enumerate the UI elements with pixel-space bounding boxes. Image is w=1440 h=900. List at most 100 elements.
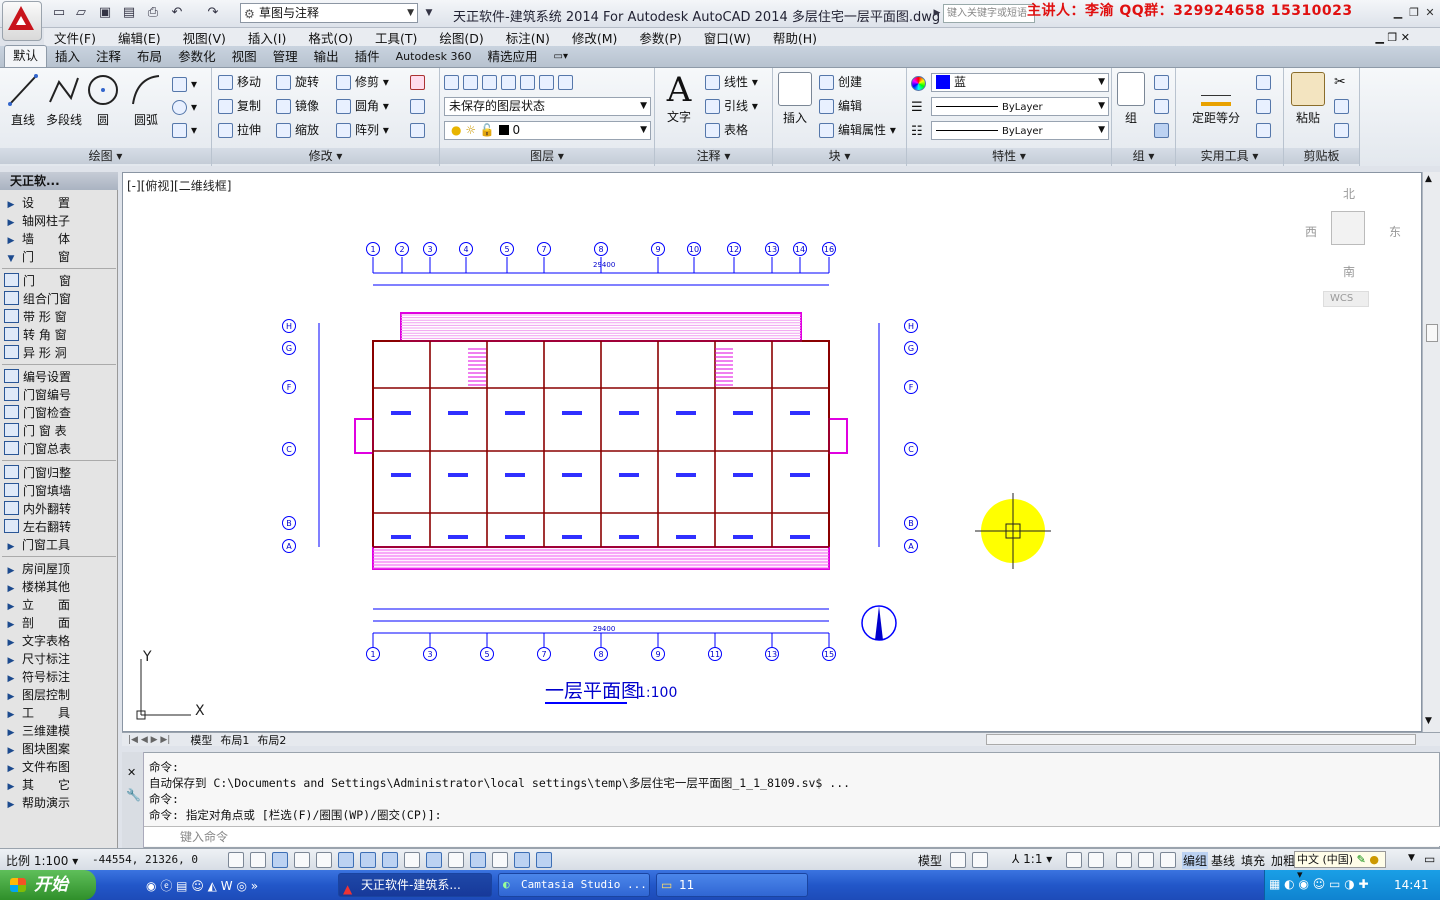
palette-item[interactable]: ▼ 门 窗: [0, 248, 118, 266]
create-block-button[interactable]: 创建: [819, 72, 862, 92]
quick-view-drawings-icon[interactable]: [972, 852, 988, 868]
menu-file[interactable]: 文件(F): [54, 28, 96, 47]
palette-item[interactable]: ▶ 轴网柱子: [0, 212, 118, 230]
close-icon[interactable]: ✕: [1423, 6, 1437, 20]
polyline-button[interactable]: 多段线: [42, 72, 86, 128]
cut-icon[interactable]: ✂: [1334, 72, 1346, 92]
quick-launch[interactable]: ◉ ⓔ ▤ ☺ ◭ W ◎ »: [146, 877, 258, 894]
task-folder[interactable]: ▭ 11: [656, 873, 808, 897]
palette-item[interactable]: 门 窗: [0, 272, 118, 290]
annotation-monitor-icon[interactable]: [536, 852, 552, 868]
coordinate-readout[interactable]: -44554, 21326, 0: [92, 853, 198, 866]
scroll-down-icon[interactable]: ▼: [1425, 716, 1432, 726]
vscroll-thumb[interactable]: [1426, 324, 1438, 342]
viewcube-west[interactable]: 西: [1305, 223, 1317, 240]
palette-item[interactable]: ▶ 房间屋顶: [0, 560, 118, 578]
tab-nav-icons[interactable]: |◀ ◀ ▶ ▶|: [128, 735, 170, 745]
copy-clip-icon[interactable]: [1334, 96, 1353, 116]
restore-icon[interactable]: ❐: [1407, 6, 1421, 20]
save-icon[interactable]: ▣: [96, 4, 114, 22]
erase-button[interactable]: [410, 72, 429, 92]
palette-item[interactable]: ▶ 文字表格: [0, 632, 118, 650]
ortho-icon[interactable]: [294, 852, 310, 868]
palette-item[interactable]: ▶ 工 具: [0, 704, 118, 722]
tray-icons[interactable]: ▦ ◐ ◉ ☺ ▭ ◑ ✚: [1269, 877, 1369, 891]
linetype-select[interactable]: ByLayer ▼: [931, 97, 1109, 116]
viewcube-top-face[interactable]: [1331, 211, 1365, 245]
baseline-toggle[interactable]: 基线: [1211, 852, 1235, 869]
layer-state-select[interactable]: 未保存的图层状态 ▼: [444, 97, 651, 116]
trim-button[interactable]: 修剪 ▾: [336, 72, 389, 92]
palette-item[interactable]: ▶ 尺寸标注: [0, 650, 118, 668]
palette-item[interactable]: ▶ 其 它: [0, 776, 118, 794]
annotation-panel-title[interactable]: 注释 ▾: [655, 148, 772, 164]
vertical-scrollbar[interactable]: ▲ ▼: [1422, 172, 1440, 732]
draw-panel-title[interactable]: 绘图 ▾: [0, 148, 211, 164]
task-tangent[interactable]: ▲ 天正软件-建筑系...: [338, 873, 492, 897]
scroll-up-icon[interactable]: ▲: [1425, 174, 1432, 184]
palette-item[interactable]: 左右翻转: [0, 518, 118, 536]
group-toggle[interactable]: 编组: [1182, 852, 1209, 869]
palette-item[interactable]: 门窗填墙: [0, 482, 118, 500]
tab-featured-apps[interactable]: 精选应用: [480, 47, 546, 67]
palette-item[interactable]: ▶ 楼梯其他: [0, 578, 118, 596]
ungroup-icon[interactable]: [1154, 72, 1173, 92]
redo-icon[interactable]: ↷: [204, 4, 222, 22]
palette-item[interactable]: 门窗归整: [0, 464, 118, 482]
tab-model[interactable]: 模型: [190, 732, 212, 748]
snap-icon[interactable]: [250, 852, 266, 868]
group-select-icon[interactable]: [1154, 120, 1173, 140]
offset-button[interactable]: [410, 120, 429, 140]
ellipse-button[interactable]: ▾: [172, 97, 197, 117]
palette-item[interactable]: ▶ 图层控制: [0, 686, 118, 704]
browser-icon[interactable]: ◎: [236, 879, 246, 893]
transparency-icon[interactable]: [470, 852, 486, 868]
move-button[interactable]: 移动: [218, 72, 261, 92]
doc-window-controls[interactable]: ▁ ❐ ✕: [1375, 31, 1410, 44]
scale-button[interactable]: 缩放: [276, 120, 319, 140]
tab-manage[interactable]: 管理: [265, 47, 306, 67]
chrome-icon[interactable]: ◉: [146, 879, 156, 893]
color-select[interactable]: 蓝 ▼: [931, 73, 1109, 92]
palette-item[interactable]: ▶ 帮助演示: [0, 794, 118, 812]
quick-view-layouts-icon[interactable]: [950, 852, 966, 868]
quick-access-dropdown-icon[interactable]: ▼: [420, 4, 438, 22]
palette-item[interactable]: ▶ 剖 面: [0, 614, 118, 632]
menu-edit[interactable]: 编辑(E): [118, 28, 161, 47]
palette-title[interactable]: 天正软...: [0, 172, 118, 190]
insert-block-button[interactable]: 插入: [777, 72, 813, 126]
palette-item[interactable]: ▶ 图块图案: [0, 740, 118, 758]
word-icon[interactable]: W: [221, 879, 233, 893]
selection-cycling-icon[interactable]: [514, 852, 530, 868]
group-edit-icon[interactable]: [1154, 96, 1173, 116]
lineweight-toggle-icon[interactable]: [448, 852, 464, 868]
tab-insert[interactable]: 插入: [47, 47, 88, 67]
paste-button[interactable]: 粘贴: [1288, 72, 1328, 126]
viewcube-east[interactable]: 东: [1389, 223, 1401, 240]
undo-icon[interactable]: ↶: [168, 4, 186, 22]
palette-item[interactable]: ▶ 文件布图: [0, 758, 118, 776]
application-menu-button[interactable]: [2, 1, 42, 41]
3d-osnap-icon[interactable]: [360, 852, 376, 868]
clock[interactable]: 14:41: [1394, 878, 1429, 892]
menu-help[interactable]: 帮助(H): [773, 28, 817, 47]
palette-item[interactable]: ▶ 设 置: [0, 194, 118, 212]
menu-parametric[interactable]: 参数(P): [639, 28, 681, 47]
tab-autodesk360[interactable]: Autodesk 360: [388, 47, 480, 67]
palette-item[interactable]: 门窗总表: [0, 440, 118, 458]
tab-parametric[interactable]: 参数化: [170, 47, 224, 67]
otrack-icon[interactable]: [382, 852, 398, 868]
task-camtasia[interactable]: ◐ Camtasia Studio ...: [498, 873, 650, 897]
fill-toggle[interactable]: 填充: [1241, 852, 1265, 869]
layers-panel-title[interactable]: 图层 ▾: [440, 148, 654, 164]
groups-panel-title[interactable]: 组 ▾: [1112, 148, 1175, 164]
tab-view[interactable]: 视图: [224, 47, 265, 67]
linear-dim-button[interactable]: 线性 ▾: [705, 72, 758, 92]
search-input[interactable]: 键入关键字或短语: [943, 4, 1035, 23]
model-space-button[interactable]: 模型: [918, 852, 942, 869]
layer-tools-row[interactable]: [444, 72, 577, 92]
clipboard-panel-title[interactable]: 剪贴板: [1284, 148, 1359, 164]
tab-annotate[interactable]: 注释: [88, 47, 129, 67]
quick-calc-icon[interactable]: [1256, 72, 1275, 92]
mirror-button[interactable]: 镜像: [276, 96, 319, 116]
